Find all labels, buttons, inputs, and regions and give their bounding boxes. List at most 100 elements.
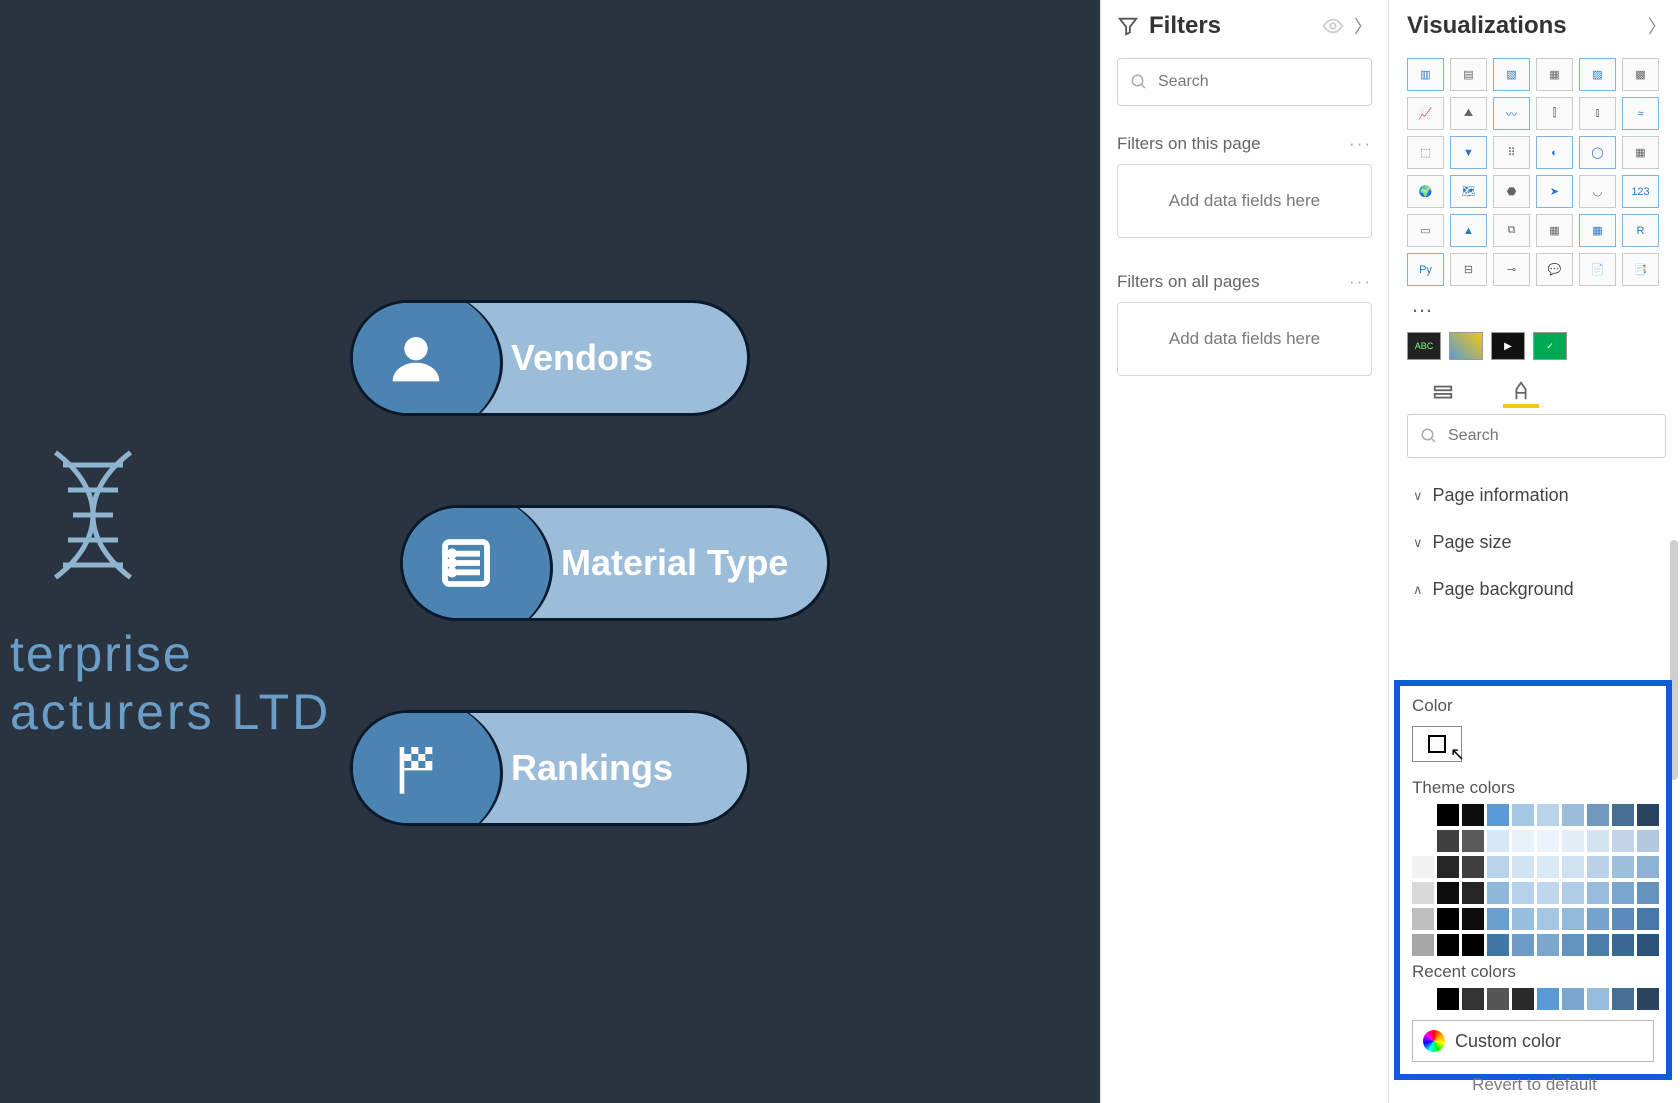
color-swatch[interactable] bbox=[1412, 856, 1434, 878]
color-swatch[interactable] bbox=[1612, 908, 1634, 930]
color-swatch[interactable] bbox=[1637, 804, 1659, 826]
color-swatch[interactable] bbox=[1512, 988, 1534, 1010]
color-swatch[interactable] bbox=[1587, 988, 1609, 1010]
viz-paginated-icon[interactable]: 📑 bbox=[1622, 253, 1659, 286]
color-swatch[interactable] bbox=[1487, 934, 1509, 956]
viz-gauge-icon[interactable]: ◡ bbox=[1579, 175, 1616, 208]
color-swatch[interactable] bbox=[1462, 830, 1484, 852]
color-swatch[interactable] bbox=[1437, 804, 1459, 826]
color-swatch[interactable] bbox=[1412, 934, 1434, 956]
viz-waterfall-icon[interactable]: ⬚ bbox=[1407, 136, 1444, 169]
viz-r-icon[interactable]: R bbox=[1622, 214, 1659, 247]
color-swatch[interactable] bbox=[1562, 830, 1584, 852]
color-swatch[interactable] bbox=[1412, 804, 1434, 826]
viz-filled-map-icon[interactable]: 🗺 bbox=[1450, 175, 1487, 208]
custom-viz-4[interactable]: ✓ bbox=[1533, 332, 1567, 360]
viz-matrix-icon[interactable]: ▦ bbox=[1579, 214, 1616, 247]
color-swatch[interactable] bbox=[1512, 804, 1534, 826]
filters-search-input[interactable]: Search bbox=[1117, 58, 1372, 106]
viz-python-icon[interactable]: Py bbox=[1407, 253, 1444, 286]
viz-qa-icon[interactable]: 💬 bbox=[1536, 253, 1573, 286]
accordion-page-size[interactable]: ∨Page size bbox=[1407, 519, 1666, 566]
color-swatch[interactable] bbox=[1512, 908, 1534, 930]
color-swatch[interactable] bbox=[1512, 882, 1534, 904]
color-swatch[interactable] bbox=[1537, 830, 1559, 852]
color-swatch[interactable] bbox=[1437, 856, 1459, 878]
viz-funnel-icon[interactable]: ▼ bbox=[1450, 136, 1487, 169]
format-tab[interactable] bbox=[1503, 378, 1539, 408]
viz-table-icon[interactable]: ▦ bbox=[1536, 214, 1573, 247]
color-swatch[interactable] bbox=[1637, 856, 1659, 878]
color-swatch[interactable] bbox=[1587, 804, 1609, 826]
color-swatch[interactable] bbox=[1462, 988, 1484, 1010]
viz-shape-map-icon[interactable]: ⬣ bbox=[1493, 175, 1530, 208]
revert-to-default[interactable]: Revert to default bbox=[1389, 1075, 1680, 1095]
collapse-viz-icon[interactable]: 〉 bbox=[1648, 13, 1666, 39]
color-swatch[interactable] bbox=[1537, 988, 1559, 1010]
color-swatch[interactable] bbox=[1587, 856, 1609, 878]
color-swatch[interactable] bbox=[1587, 882, 1609, 904]
color-swatch[interactable] bbox=[1587, 908, 1609, 930]
viz-100stacked-col-icon[interactable]: ▩ bbox=[1622, 58, 1659, 91]
filters-all-dropzone[interactable]: Add data fields here bbox=[1117, 302, 1372, 376]
viz-stacked-area-icon[interactable]: 〰 bbox=[1493, 97, 1530, 130]
color-swatch[interactable] bbox=[1512, 856, 1534, 878]
color-swatch[interactable] bbox=[1462, 934, 1484, 956]
color-swatch[interactable] bbox=[1537, 856, 1559, 878]
color-swatch[interactable] bbox=[1462, 882, 1484, 904]
color-swatch[interactable] bbox=[1487, 908, 1509, 930]
color-swatch[interactable] bbox=[1562, 804, 1584, 826]
color-swatch[interactable] bbox=[1487, 830, 1509, 852]
color-swatch[interactable] bbox=[1487, 988, 1509, 1010]
color-swatch[interactable] bbox=[1537, 934, 1559, 956]
eye-icon[interactable] bbox=[1322, 15, 1344, 37]
viz-donut-icon[interactable]: ◯ bbox=[1579, 136, 1616, 169]
color-swatch[interactable] bbox=[1512, 830, 1534, 852]
more-icon[interactable]: ··· bbox=[1349, 272, 1372, 292]
fields-tab[interactable] bbox=[1425, 378, 1461, 408]
color-swatch[interactable] bbox=[1562, 882, 1584, 904]
color-swatch[interactable] bbox=[1562, 856, 1584, 878]
color-swatch[interactable] bbox=[1487, 804, 1509, 826]
viz-stacked-column-icon[interactable]: ▧ bbox=[1493, 58, 1530, 91]
color-swatch[interactable] bbox=[1637, 988, 1659, 1010]
viz-line-col-icon[interactable]: ⫿ bbox=[1536, 97, 1573, 130]
viz-decomp-icon[interactable]: ⊸ bbox=[1493, 253, 1530, 286]
viz-more-ellipsis[interactable]: … bbox=[1411, 292, 1666, 318]
color-swatch[interactable] bbox=[1412, 882, 1434, 904]
color-swatch[interactable] bbox=[1612, 988, 1634, 1010]
format-search-input[interactable]: Search bbox=[1407, 414, 1666, 458]
viz-card-icon[interactable]: 123 bbox=[1622, 175, 1659, 208]
nav-button-material-type[interactable]: Material Type bbox=[400, 505, 830, 621]
report-canvas[interactable]: terprise acturers LTD Vendors Material T… bbox=[0, 0, 1100, 1103]
color-swatch[interactable] bbox=[1512, 934, 1534, 956]
viz-key-influencers-icon[interactable]: ⊟ bbox=[1450, 253, 1487, 286]
viz-multi-card-icon[interactable]: ▭ bbox=[1407, 214, 1444, 247]
viz-line-icon[interactable]: 📈 bbox=[1407, 97, 1444, 130]
color-swatch[interactable] bbox=[1412, 988, 1434, 1010]
color-swatch-button[interactable]: ↖ bbox=[1412, 726, 1462, 762]
color-swatch[interactable] bbox=[1412, 830, 1434, 852]
color-swatch[interactable] bbox=[1437, 830, 1459, 852]
color-swatch[interactable] bbox=[1612, 882, 1634, 904]
color-swatch[interactable] bbox=[1537, 908, 1559, 930]
color-swatch[interactable] bbox=[1462, 908, 1484, 930]
color-swatch[interactable] bbox=[1487, 856, 1509, 878]
color-swatch[interactable] bbox=[1462, 856, 1484, 878]
color-swatch[interactable] bbox=[1612, 856, 1634, 878]
viz-narrative-icon[interactable]: 📄 bbox=[1579, 253, 1616, 286]
more-icon[interactable]: ··· bbox=[1349, 134, 1372, 154]
color-swatch[interactable] bbox=[1637, 908, 1659, 930]
color-swatch[interactable] bbox=[1462, 804, 1484, 826]
color-swatch[interactable] bbox=[1612, 830, 1634, 852]
viz-map-icon[interactable]: 🌍 bbox=[1407, 175, 1444, 208]
viz-clustered-column-icon[interactable]: ▦ bbox=[1536, 58, 1573, 91]
nav-button-rankings[interactable]: Rankings bbox=[350, 710, 750, 826]
viz-slicer-icon[interactable]: ⧉ bbox=[1493, 214, 1530, 247]
nav-button-vendors[interactable]: Vendors bbox=[350, 300, 750, 416]
custom-viz-1[interactable]: ABC bbox=[1407, 332, 1441, 360]
viz-treemap-icon[interactable]: ▦ bbox=[1622, 136, 1659, 169]
color-swatch[interactable] bbox=[1587, 830, 1609, 852]
viz-stacked-bar-icon[interactable]: ▥ bbox=[1407, 58, 1444, 91]
viz-100stacked-bar-icon[interactable]: ▨ bbox=[1579, 58, 1616, 91]
